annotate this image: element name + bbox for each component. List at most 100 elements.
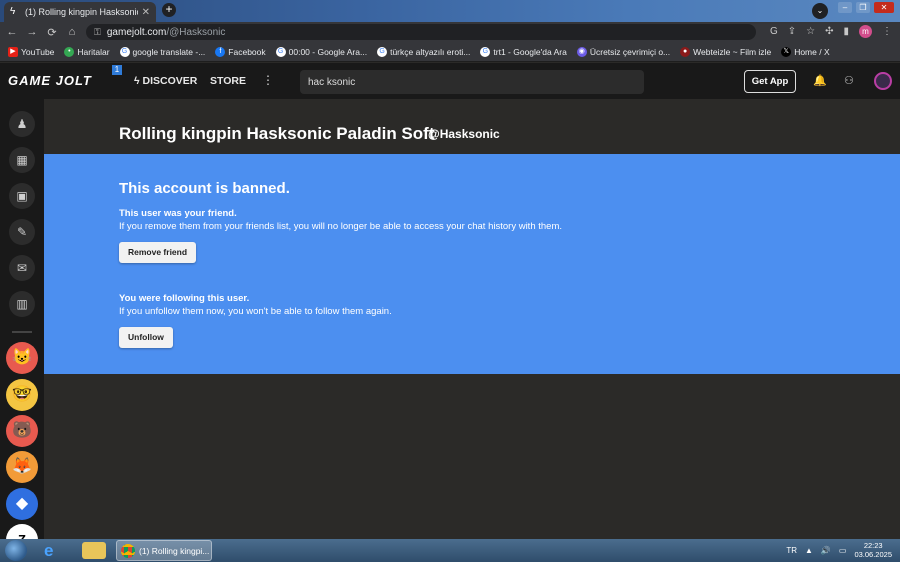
network-icon[interactable]: ▭ (839, 546, 847, 555)
windows-taskbar: e (1) Rolling kingpi... TR ▲ 🔊 ▭ 22:23 0… (0, 539, 900, 562)
google-icon: G (275, 46, 286, 57)
taskbar-chrome-label: (1) Rolling kingpi... (139, 545, 210, 556)
tray-expand-icon[interactable]: ▲ (805, 546, 813, 555)
close-tab-icon[interactable]: ✕ (142, 7, 150, 18)
youtube-icon: ▶ (8, 46, 18, 57)
bookmark-item[interactable]: ◉ Ücretsiz çevrimiçi o... (576, 46, 670, 57)
gamejolt-topnav: GAME JOLT 1 ϟ DISCOVER STORE ⋮ Get App 🔔… (0, 63, 900, 99)
search-input[interactable] (300, 70, 644, 94)
follow-heading: You were following this user. (119, 293, 250, 304)
screen: ϟ (1) Rolling kingpin Hasksonic Pal ✕ + … (0, 0, 900, 562)
sidebar-divider (12, 331, 32, 333)
community-fox-icon[interactable]: 🦊 (6, 451, 38, 483)
sidebar-home-icon[interactable]: ♟ (9, 111, 35, 137)
chrome-icon (121, 543, 135, 558)
bookmark-item[interactable]: Ggoogle translate -... (119, 46, 205, 57)
bookmark-item[interactable]: • Haritalar (64, 46, 110, 57)
film-site-icon: ● (680, 46, 691, 57)
forward-icon[interactable]: → (24, 26, 40, 38)
maps-pin-icon: • (64, 46, 75, 57)
site-info-icon[interactable]: ⚿ (94, 27, 101, 38)
bookmark-item[interactable]: Gtrt1 - Google'da Ara (480, 46, 567, 57)
community-fnaf-icon[interactable]: 🐻 (6, 415, 38, 447)
extensions-icon[interactable]: ✣ (825, 26, 833, 37)
home-icon[interactable]: ⌂ (64, 26, 80, 38)
nav-store[interactable]: STORE (210, 75, 246, 87)
bookmark-item[interactable]: f Facebook (215, 46, 266, 57)
bookmark-item[interactable]: G 00:00 - Google Ara... (275, 46, 367, 57)
friend-text: If you remove them from your friends lis… (119, 221, 562, 232)
close-window-icon[interactable]: ✕ (874, 2, 894, 13)
sidebar-library-icon[interactable]: ▥ (9, 291, 35, 317)
bookmarks-bar: ▶ YouTube • Haritalar Ggoogle translate -.… (0, 42, 900, 62)
gamejolt-favicon-icon: ϟ (10, 6, 16, 17)
internet-explorer-icon[interactable]: e (44, 540, 68, 561)
profile-avatar[interactable]: m (859, 25, 872, 38)
toolbar-right-icons: G ⇪ ☆ ✣ ▮ m ⋮ (770, 25, 892, 38)
profile-header: Rolling kingpin Hasksonic Paladin Soft @… (44, 99, 900, 154)
google-icon[interactable]: G (770, 26, 778, 37)
bookmark-item[interactable]: 𝕏 Home / X (781, 46, 830, 57)
follow-text: If you unfollow them now, you won't be a… (119, 306, 392, 317)
remove-friend-button[interactable]: Remove friend (119, 242, 197, 263)
tab-search-chevron-icon[interactable]: ⌄ (812, 3, 828, 19)
friend-heading: This user was your friend. (119, 208, 237, 219)
banned-title: This account is banned. (119, 180, 290, 197)
gamejolt-sidebar: ♟ ▦ ▣ ✎ ✉ ▥ 😺 🤓 🐻 🦊 ◆ Z (0, 99, 44, 556)
x-logo-icon: 𝕏 (781, 46, 792, 57)
side-panel-icon[interactable]: ▮ (843, 26, 849, 37)
bookmark-item[interactable]: Gtürkçe altyazılı eroti... (377, 46, 470, 57)
language-indicator[interactable]: TR (786, 546, 797, 555)
clock-time: 22:23 (863, 541, 883, 550)
file-explorer-icon[interactable] (82, 542, 106, 559)
browser-tabstrip: ϟ (1) Rolling kingpin Hasksonic Pal ✕ + … (0, 0, 900, 22)
tab-title: (1) Rolling kingpin Hasksonic Pal (25, 7, 138, 17)
reload-icon[interactable]: ⟳ (44, 26, 60, 39)
bell-icon[interactable]: 🔔 (813, 74, 827, 87)
clock[interactable]: 22:23 03.06.2025 (854, 541, 892, 559)
start-button-icon[interactable] (5, 540, 27, 561)
page-body-empty (44, 374, 900, 539)
unfollow-button[interactable]: Unfollow (119, 327, 173, 348)
community-roblox-icon[interactable]: ◆ (6, 488, 38, 520)
address-bar[interactable]: ⚿ gamejolt.com/@Hasksonic (86, 24, 756, 40)
get-app-button[interactable]: Get App (744, 70, 796, 93)
profile-name: Rolling kingpin Hasksonic Paladin Soft (119, 124, 435, 143)
facebook-icon: f (215, 46, 226, 57)
profile-handle[interactable]: @Hasksonic (428, 127, 500, 141)
volume-icon[interactable]: 🔊 (821, 546, 831, 555)
friends-icon[interactable]: ⚇ (844, 74, 854, 87)
gamejolt-logo[interactable]: GAME JOLT (8, 73, 92, 88)
site-icon: ◉ (576, 46, 587, 57)
share-icon[interactable]: ⇪ (788, 26, 796, 37)
user-avatar[interactable] (874, 72, 892, 90)
minimize-icon[interactable]: – (838, 2, 852, 13)
sidebar-backpack-icon[interactable]: ▣ (9, 183, 35, 209)
browser-toolbar: ← → ⟳ ⌂ ⚿ gamejolt.com/@Hasksonic G ⇪ ☆ … (0, 22, 900, 42)
menu-kebab-icon[interactable]: ⋮ (882, 26, 892, 37)
restore-icon[interactable]: ❐ (856, 2, 870, 13)
sidebar-chat-icon[interactable]: ✉ (9, 255, 35, 281)
banned-notice: This account is banned. This user was yo… (44, 154, 900, 374)
notification-count-badge: 1 (112, 65, 122, 75)
community-cat-icon[interactable]: 😺 (6, 342, 38, 374)
community-emoji-icon[interactable]: 🤓 (6, 379, 38, 411)
taskbar-chrome-button[interactable]: (1) Rolling kingpi... (116, 540, 212, 561)
bookmark-item[interactable]: ▶ YouTube (8, 46, 54, 57)
sidebar-store-icon[interactable]: ▦ (9, 147, 35, 173)
google-icon: G (480, 46, 491, 57)
nav-discover[interactable]: ϟ DISCOVER (134, 75, 197, 87)
window-controls: – ❐ ✕ (838, 2, 894, 13)
bookmark-item[interactable]: ● Webteizle ~ Film izle (680, 46, 771, 57)
url-path: /@Hasksonic (166, 26, 226, 38)
clock-date: 03.06.2025 (854, 550, 892, 559)
sidebar-creator-icon[interactable]: ✎ (9, 219, 35, 245)
google-icon: G (119, 46, 130, 57)
browser-tab[interactable]: ϟ (1) Rolling kingpin Hasksonic Pal ✕ (4, 2, 156, 22)
more-kebab-icon[interactable]: ⋮ (262, 73, 274, 87)
google-icon: G (377, 46, 388, 57)
back-icon[interactable]: ← (4, 26, 20, 38)
url-host: gamejolt.com (106, 26, 167, 38)
bookmark-star-icon[interactable]: ☆ (806, 26, 815, 37)
new-tab-button[interactable]: + (162, 3, 176, 17)
